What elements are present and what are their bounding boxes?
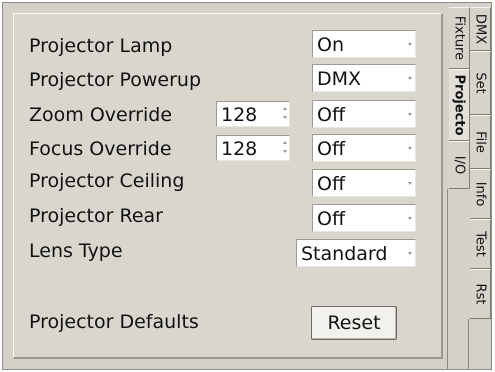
spinner-buttons[interactable] [282, 140, 288, 156]
tab-projector[interactable]: Projecto [449, 69, 470, 141]
projector-rear-select[interactable]: Off [312, 204, 416, 232]
projector-ceiling-value: Off [317, 173, 346, 195]
reset-button[interactable]: Reset [311, 306, 397, 340]
tab-fixture[interactable]: Fixture [449, 7, 470, 69]
tab-io-label: I/O [451, 155, 467, 175]
zoom-override-value: Off [317, 104, 346, 126]
tab-info[interactable]: Info [470, 169, 491, 219]
tab-rst[interactable]: Rst [470, 269, 491, 319]
spin-up-icon[interactable] [283, 141, 287, 144]
tab-test[interactable]: Test [470, 219, 491, 269]
lens-type-select[interactable]: Standard [296, 239, 416, 267]
tab-rst-label: Rst [472, 283, 488, 305]
projector-settings-window: Projector Lamp On Projector Powerup DMX … [2, 2, 492, 370]
projector-ceiling-select[interactable]: Off [312, 169, 416, 197]
projector-defaults-label: Projector Defaults [29, 311, 199, 333]
projector-rear-label: Projector Rear [29, 205, 163, 227]
tab-file-label: File [472, 131, 488, 153]
zoom-override-spinner[interactable]: 128 [216, 101, 290, 127]
tab-fixture-label: Fixture [451, 15, 467, 61]
spinner-buttons[interactable] [282, 106, 288, 122]
chevron-down-icon[interactable] [408, 146, 413, 151]
spin-up-icon[interactable] [283, 107, 287, 110]
tab-projector-label: Projecto [451, 74, 467, 136]
zoom-override-spin-value: 128 [221, 104, 258, 126]
chevron-down-icon[interactable] [408, 181, 413, 186]
chevron-down-icon[interactable] [408, 216, 413, 221]
projector-powerup-select[interactable]: DMX [312, 64, 416, 92]
focus-override-spinner[interactable]: 128 [216, 135, 290, 161]
focus-override-label: Focus Override [29, 138, 172, 160]
tab-info-label: Info [472, 181, 488, 207]
tab-divider [468, 319, 469, 369]
chevron-down-icon[interactable] [408, 42, 413, 47]
projector-lamp-label: Projector Lamp [29, 35, 173, 57]
projector-lamp-select[interactable]: On [312, 30, 416, 58]
zoom-override-select[interactable]: Off [312, 100, 416, 128]
tab-set[interactable]: Set [470, 51, 491, 115]
focus-override-select[interactable]: Off [312, 134, 416, 162]
lens-type-label: Lens Type [29, 240, 123, 262]
focus-override-value: Off [317, 138, 346, 160]
spin-down-icon[interactable] [283, 116, 287, 119]
tab-file[interactable]: File [470, 115, 491, 169]
focus-override-spin-value: 128 [221, 138, 258, 160]
chevron-down-icon[interactable] [408, 112, 413, 117]
spin-down-icon[interactable] [283, 150, 287, 153]
tab-dmx[interactable]: DMX [470, 7, 491, 51]
projector-ceiling-label: Projector Ceiling [29, 170, 185, 192]
tab-divider [447, 189, 448, 369]
projector-powerup-value: DMX [317, 68, 362, 90]
zoom-override-label: Zoom Override [29, 104, 173, 126]
lens-type-value: Standard [301, 243, 388, 265]
projector-lamp-value: On [317, 34, 344, 56]
projector-rear-value: Off [317, 208, 346, 230]
tab-test-label: Test [472, 231, 488, 257]
tab-set-label: Set [472, 72, 488, 94]
tab-dmx-label: DMX [472, 13, 488, 45]
chevron-down-icon[interactable] [408, 251, 413, 256]
projector-powerup-label: Projector Powerup [29, 69, 202, 91]
chevron-down-icon[interactable] [408, 76, 413, 81]
tab-io[interactable]: I/O [449, 141, 470, 189]
